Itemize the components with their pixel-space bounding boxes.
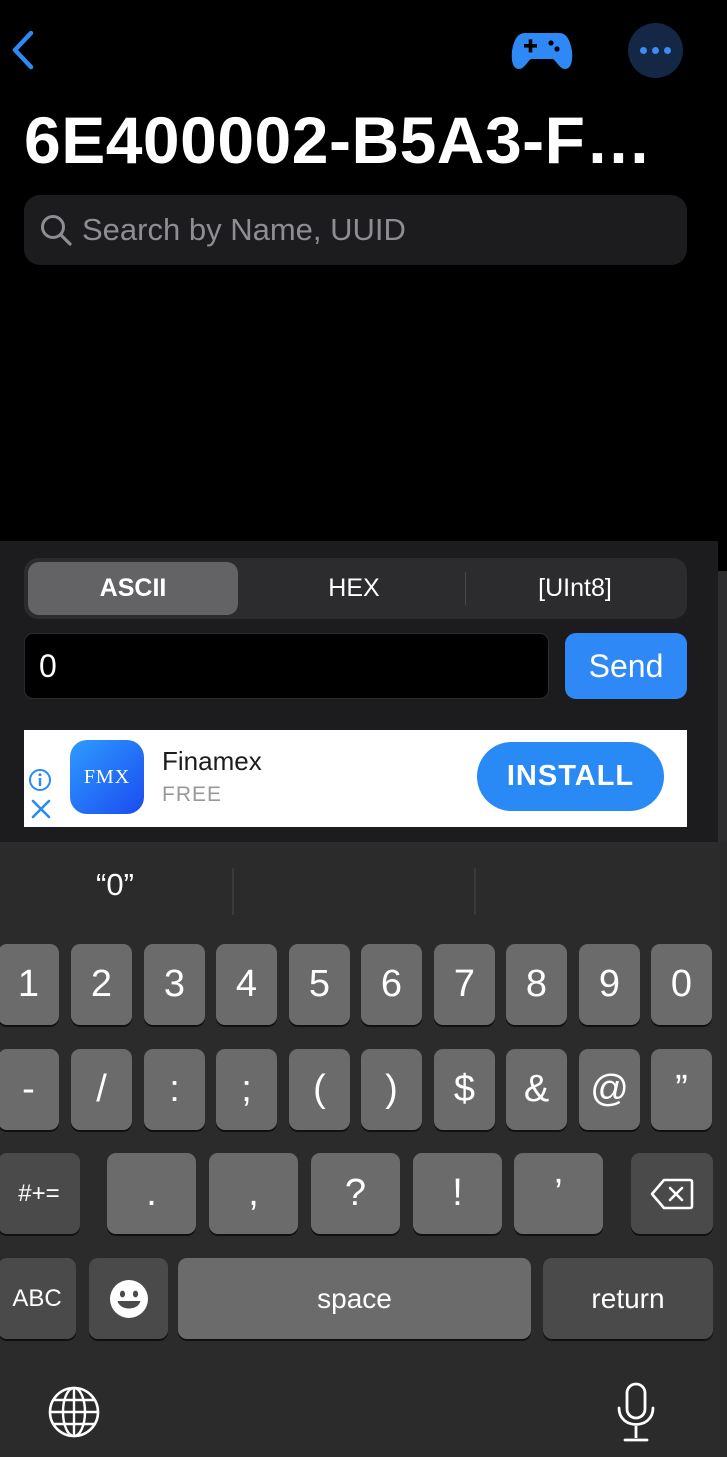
key-exclamation[interactable]: ! (413, 1153, 502, 1234)
key-abc[interactable]: ABC (0, 1258, 76, 1339)
space-key[interactable]: space (178, 1258, 531, 1339)
format-segmented-control: ASCII HEX [UInt8] (24, 558, 687, 619)
key-semicolon[interactable]: ; (216, 1049, 277, 1130)
close-icon[interactable] (30, 798, 52, 820)
info-icon[interactable] (28, 768, 52, 792)
key-open-paren[interactable]: ( (289, 1049, 350, 1130)
tab-ascii[interactable]: ASCII (28, 562, 238, 615)
suggestion-bar: “0” (0, 842, 727, 937)
key-colon[interactable]: : (144, 1049, 205, 1130)
tab-uint8[interactable]: [UInt8] (466, 562, 684, 615)
back-button[interactable] (8, 28, 38, 72)
install-button[interactable]: INSTALL (477, 742, 664, 811)
key-apostrophe[interactable]: ’ (514, 1153, 603, 1234)
key-9[interactable]: 9 (579, 944, 640, 1025)
return-key[interactable]: return (543, 1258, 713, 1339)
key-question[interactable]: ? (311, 1153, 400, 1234)
key-quote[interactable]: ” (651, 1049, 712, 1130)
globe-icon[interactable] (46, 1384, 102, 1440)
key-5[interactable]: 5 (289, 944, 350, 1025)
write-value-input[interactable] (24, 633, 549, 699)
key-3[interactable]: 3 (144, 944, 205, 1025)
top-area: 6E400002-B5A3-F… (0, 0, 727, 541)
chevron-left-icon (12, 30, 34, 70)
key-hyphen[interactable]: - (0, 1049, 59, 1130)
search-bar[interactable] (24, 195, 687, 265)
keyboard: “0” 1 2 3 4 5 6 7 8 9 0 - / : ; ( ) $ & … (0, 842, 727, 1457)
tab-hex[interactable]: HEX (244, 562, 464, 615)
send-button[interactable]: Send (565, 633, 687, 699)
key-more-symbols[interactable]: #+= (0, 1153, 80, 1234)
emoji-key[interactable] (89, 1258, 168, 1339)
page-title: 6E400002-B5A3-F… (24, 103, 652, 177)
key-2[interactable]: 2 (71, 944, 132, 1025)
key-7[interactable]: 7 (434, 944, 495, 1025)
key-0[interactable]: 0 (651, 944, 712, 1025)
key-close-paren[interactable]: ) (361, 1049, 422, 1130)
key-6[interactable]: 6 (361, 944, 422, 1025)
key-at[interactable]: @ (579, 1049, 640, 1130)
backspace-icon (650, 1178, 694, 1209)
ad-banner[interactable]: FMX Finamex FREE INSTALL (24, 730, 687, 827)
key-dollar[interactable]: $ (434, 1049, 495, 1130)
more-button[interactable] (628, 23, 683, 78)
panel-edge (718, 571, 727, 871)
gamepad-icon (511, 33, 573, 69)
ellipsis-icon (640, 47, 647, 54)
suggestion-divider (474, 868, 476, 915)
ad-app-name: Finamex (162, 746, 262, 776)
key-period[interactable]: . (107, 1153, 196, 1234)
gamepad-button[interactable] (508, 26, 576, 74)
delete-key[interactable] (631, 1153, 713, 1234)
key-slash[interactable]: / (71, 1049, 132, 1130)
key-comma[interactable]: , (209, 1153, 298, 1234)
suggestion-divider (232, 868, 234, 915)
ad-app-price: FREE (162, 783, 223, 806)
search-input[interactable] (82, 212, 642, 248)
search-icon (38, 212, 74, 248)
app-icon[interactable]: FMX (70, 740, 144, 814)
key-8[interactable]: 8 (506, 944, 567, 1025)
key-ampersand[interactable]: & (506, 1049, 567, 1130)
emoji-icon (109, 1279, 148, 1318)
microphone-icon[interactable] (612, 1382, 660, 1444)
key-4[interactable]: 4 (216, 944, 277, 1025)
suggestion-1[interactable]: “0” (0, 867, 230, 903)
key-1[interactable]: 1 (0, 944, 59, 1025)
